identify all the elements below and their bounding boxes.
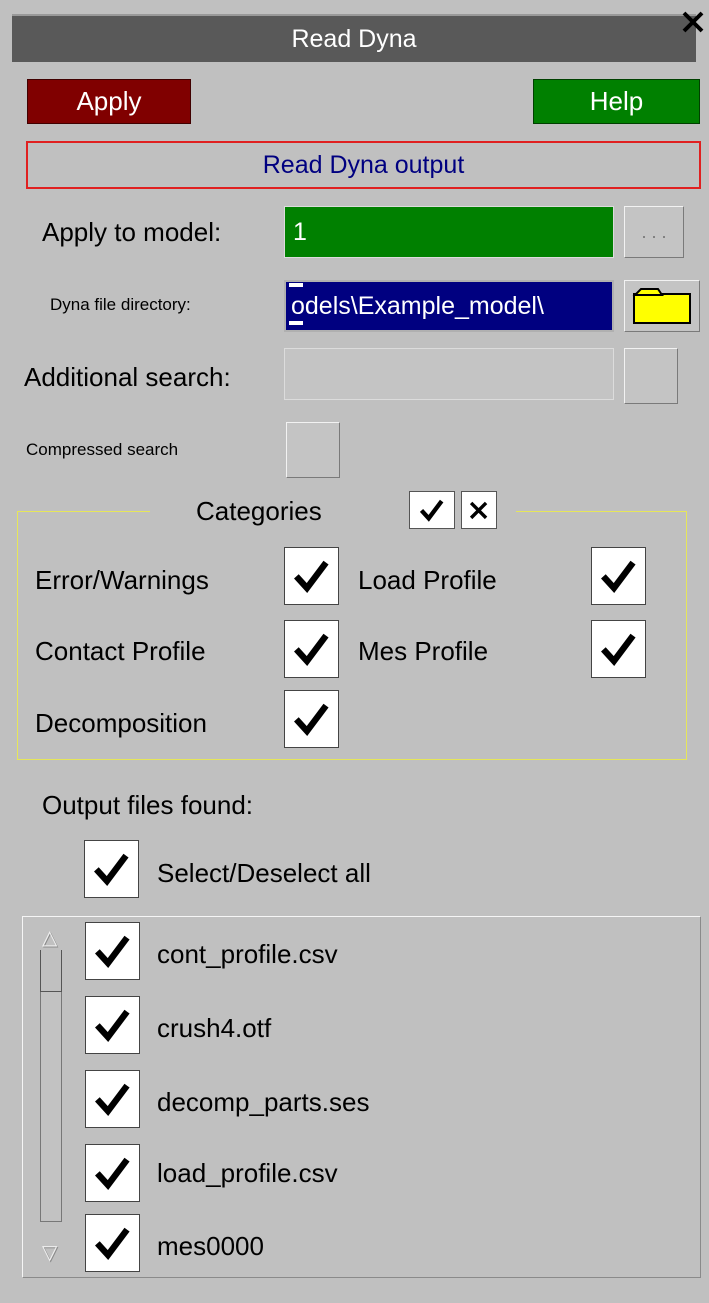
panel-header-text: Read Dyna output (262, 150, 465, 179)
file-checkbox[interactable] (85, 922, 140, 980)
category-error-warnings-checkbox[interactable] (284, 547, 339, 605)
browse-folder-button[interactable] (624, 280, 700, 332)
category-load-profile-label: Load Profile (358, 565, 497, 595)
dyna-dir-value: odels\Example_model\ (291, 291, 544, 320)
compressed-search-toggle[interactable] (286, 422, 340, 478)
file-checkbox[interactable] (85, 996, 140, 1054)
additional-search-input[interactable] (284, 348, 614, 400)
help-button-label: Help (589, 86, 644, 116)
checkmark-icon (95, 935, 130, 968)
checkmark-icon (294, 560, 329, 593)
dyna-dir-label: Dyna file directory: (50, 295, 191, 314)
checkmark-icon (294, 703, 329, 736)
select-all-checkbox[interactable] (84, 840, 139, 898)
checkmark-icon (294, 633, 329, 666)
apply-model-field[interactable]: 1 (284, 206, 614, 258)
checkmark-icon (95, 1083, 130, 1116)
select-all-label: Select/Deselect all (157, 858, 371, 888)
text-cursor-top (289, 283, 303, 287)
file-name: crush4.otf (157, 1013, 272, 1043)
checkmark-icon (420, 499, 444, 522)
compressed-search-label: Compressed search (26, 440, 179, 459)
checkmark-icon (601, 560, 636, 593)
category-contact-profile-label: Contact Profile (35, 636, 206, 666)
checkmark-icon (95, 1157, 130, 1190)
category-mes-profile-checkbox[interactable] (591, 620, 646, 678)
file-name: load_profile.csv (157, 1158, 338, 1188)
additional-search-label: Additional search: (24, 362, 231, 392)
categories-select-all-button[interactable] (409, 491, 455, 529)
categories-title: Categories (196, 496, 322, 526)
checkmark-icon (95, 1227, 130, 1260)
file-checkbox[interactable] (85, 1070, 140, 1128)
category-decomposition-checkbox[interactable] (284, 690, 339, 748)
folder-icon (632, 288, 691, 324)
apply-button[interactable]: Apply (27, 79, 191, 124)
close-button[interactable] (676, 2, 709, 42)
checkmark-icon (94, 853, 129, 886)
close-icon (682, 11, 703, 33)
apply-model-value: 1 (293, 217, 307, 246)
scrollbar-thumb[interactable] (40, 950, 62, 992)
category-error-warnings-label: Error/Warnings (35, 565, 209, 595)
category-load-profile-checkbox[interactable] (591, 547, 646, 605)
chevron-up-icon: △ (42, 927, 58, 949)
file-checkbox[interactable] (85, 1214, 140, 1272)
category-decomposition-label: Decomposition (35, 708, 207, 738)
chevron-down-icon: ▽ (42, 1242, 58, 1264)
scroll-up-button[interactable]: △ (42, 925, 57, 950)
close-icon (470, 501, 488, 519)
model-select-button[interactable]: . . . (624, 206, 684, 258)
window-title-bar: Read Dyna (12, 14, 696, 62)
file-name: cont_profile.csv (157, 939, 338, 969)
additional-search-button[interactable] (624, 348, 678, 404)
panel-header: Read Dyna output (26, 141, 701, 189)
categories-deselect-all-button[interactable] (461, 491, 497, 529)
output-files-label: Output files found: (42, 790, 254, 820)
checkmark-icon (95, 1009, 130, 1042)
text-cursor-bottom (289, 321, 303, 325)
apply-button-label: Apply (76, 86, 142, 116)
help-button[interactable]: Help (533, 79, 700, 124)
category-mes-profile-label: Mes Profile (358, 636, 489, 666)
apply-model-label: Apply to model: (42, 217, 222, 247)
file-name: decomp_parts.ses (157, 1087, 370, 1117)
model-select-button-label: . . . (641, 221, 667, 242)
dyna-dir-input[interactable]: odels\Example_model\ (284, 280, 614, 332)
scroll-down-button[interactable]: ▽ (42, 1240, 57, 1265)
category-contact-profile-checkbox[interactable] (284, 620, 339, 678)
checkmark-icon (601, 633, 636, 666)
file-name: mes0000 (157, 1231, 264, 1261)
file-checkbox[interactable] (85, 1144, 140, 1202)
window-title: Read Dyna (291, 24, 417, 53)
